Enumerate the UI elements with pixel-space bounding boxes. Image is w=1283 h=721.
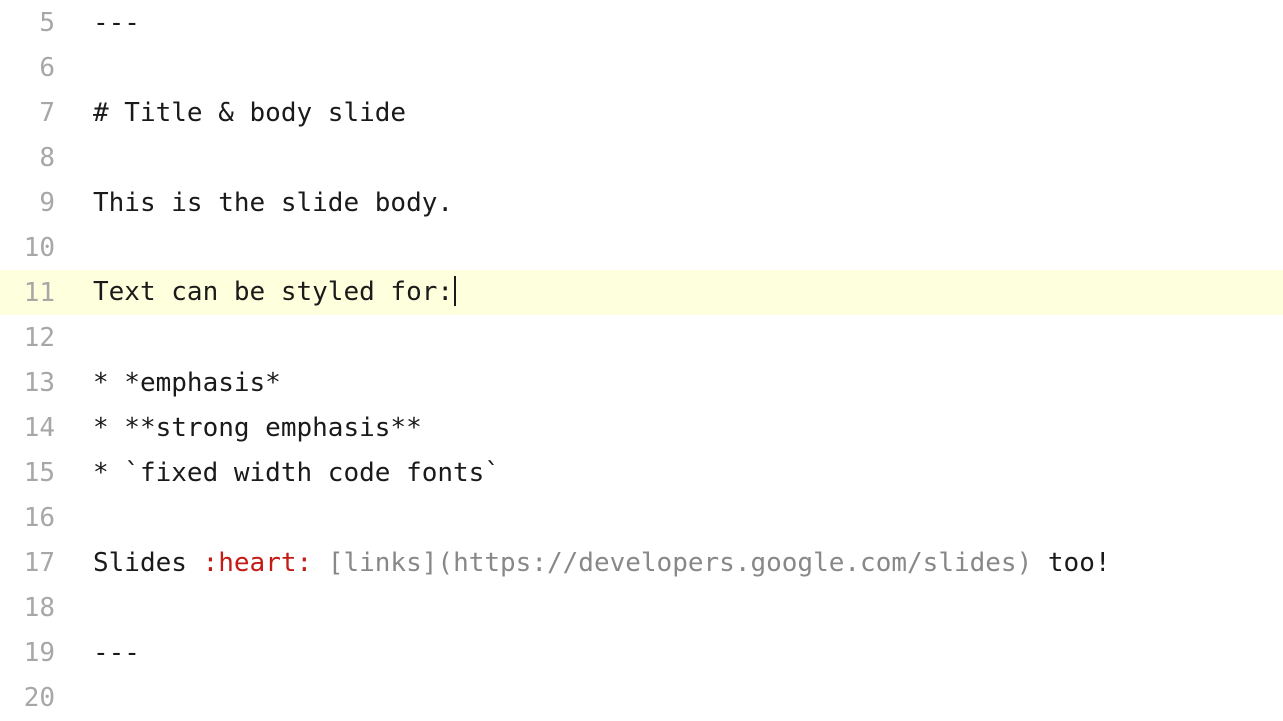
line-number: 17 (0, 548, 75, 578)
code-line[interactable]: 12 (0, 315, 1283, 360)
line-number: 11 (0, 278, 75, 308)
code-line[interactable]: 9 This is the slide body. (0, 180, 1283, 225)
code-line[interactable]: 7 # Title & body slide (0, 90, 1283, 135)
line-content[interactable]: This is the slide body. (75, 188, 1283, 218)
code-line[interactable]: 16 (0, 495, 1283, 540)
line-content[interactable]: Text can be styled for: (75, 277, 1283, 308)
line-content[interactable]: # Title & body slide (75, 98, 1283, 128)
code-line[interactable]: 15 * `fixed width code fonts` (0, 450, 1283, 495)
md-link-paren: ( (437, 548, 453, 578)
code-line[interactable]: 6 (0, 45, 1283, 90)
md-link-url: https://developers.google.com/slides (453, 548, 1017, 578)
text-segment: Slides (93, 548, 203, 578)
md-link-bracket: ] (422, 548, 438, 578)
code-line[interactable]: 5 --- (0, 0, 1283, 45)
line-number: 8 (0, 143, 75, 173)
code-line[interactable]: 17 Slides :heart: [links](https://develo… (0, 540, 1283, 585)
line-number: 13 (0, 368, 75, 398)
code-line[interactable]: 20 (0, 675, 1283, 720)
text-segment: too! (1032, 548, 1110, 578)
code-line[interactable]: 10 (0, 225, 1283, 270)
line-number: 9 (0, 188, 75, 218)
code-line[interactable]: 19 --- (0, 630, 1283, 675)
line-number: 20 (0, 683, 75, 713)
code-line-current[interactable]: 11 Text can be styled for: (0, 270, 1283, 315)
md-link-bracket: [ (328, 548, 344, 578)
line-number: 6 (0, 53, 75, 83)
line-text: Text can be styled for: (93, 277, 453, 307)
line-number: 16 (0, 503, 75, 533)
line-number: 12 (0, 323, 75, 353)
line-content[interactable]: --- (75, 638, 1283, 668)
line-content[interactable]: --- (75, 8, 1283, 38)
line-content[interactable]: * `fixed width code fonts` (75, 458, 1283, 488)
emoji-shortcode: :heart: (203, 548, 313, 578)
line-number: 10 (0, 233, 75, 263)
code-line[interactable]: 8 (0, 135, 1283, 180)
code-editor[interactable]: 5 --- 6 7 # Title & body slide 8 9 This … (0, 0, 1283, 720)
code-line[interactable]: 18 (0, 585, 1283, 630)
line-content[interactable]: * *emphasis* (75, 368, 1283, 398)
line-content[interactable]: * **strong emphasis** (75, 413, 1283, 443)
line-number: 18 (0, 593, 75, 623)
text-segment (312, 548, 328, 578)
text-cursor (454, 276, 456, 306)
line-number: 14 (0, 413, 75, 443)
line-number: 15 (0, 458, 75, 488)
md-link-text: links (343, 548, 421, 578)
md-link-paren: ) (1017, 548, 1033, 578)
line-content[interactable]: Slides :heart: [links](https://developer… (75, 548, 1283, 578)
line-number: 5 (0, 8, 75, 38)
line-number: 7 (0, 98, 75, 128)
code-line[interactable]: 13 * *emphasis* (0, 360, 1283, 405)
code-line[interactable]: 14 * **strong emphasis** (0, 405, 1283, 450)
line-number: 19 (0, 638, 75, 668)
